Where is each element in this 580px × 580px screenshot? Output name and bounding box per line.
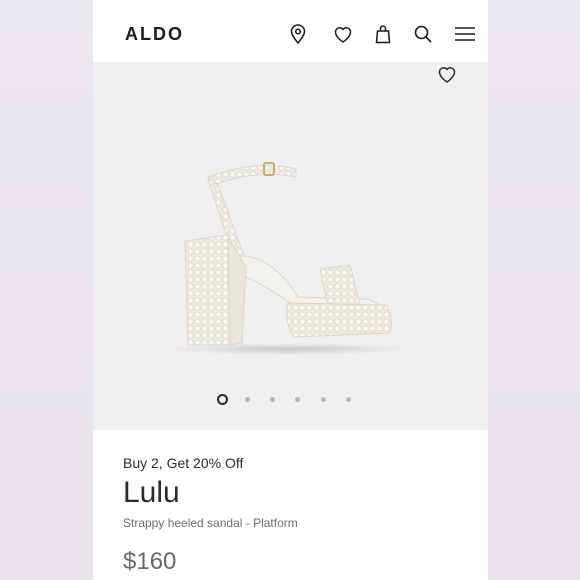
product-description: Strappy heeled sandal - Platform xyxy=(123,516,298,530)
menu-icon[interactable] xyxy=(453,22,477,46)
wishlist-icon[interactable] xyxy=(331,22,355,46)
add-to-wishlist-icon[interactable] xyxy=(435,62,459,86)
product-name: Lulu xyxy=(123,476,180,509)
page-background-right xyxy=(488,0,580,580)
shopping-bag-icon[interactable] xyxy=(371,22,395,46)
promo-text: Buy 2, Get 20% Off xyxy=(123,455,244,471)
gallery-pagination xyxy=(93,394,488,406)
product-price: $160 xyxy=(123,548,177,575)
gallery-dot-3[interactable] xyxy=(270,397,275,402)
product-page: ALDO Buy 2, Get 20% Off Lulu Strappy hee… xyxy=(93,0,488,580)
gallery-dot-6[interactable] xyxy=(346,397,351,402)
gallery-dot-5[interactable] xyxy=(321,397,326,402)
site-header: ALDO xyxy=(93,0,488,62)
search-icon[interactable] xyxy=(411,22,435,46)
gallery-dot-4[interactable] xyxy=(295,397,300,402)
product-image-gallery[interactable] xyxy=(93,62,488,430)
page-background-left xyxy=(0,0,93,580)
gallery-dot-1[interactable] xyxy=(217,394,228,405)
gallery-dot-2[interactable] xyxy=(245,397,250,402)
location-icon[interactable] xyxy=(286,22,310,46)
aldo-logo[interactable]: ALDO xyxy=(125,24,184,45)
product-image-sandal xyxy=(138,157,408,362)
